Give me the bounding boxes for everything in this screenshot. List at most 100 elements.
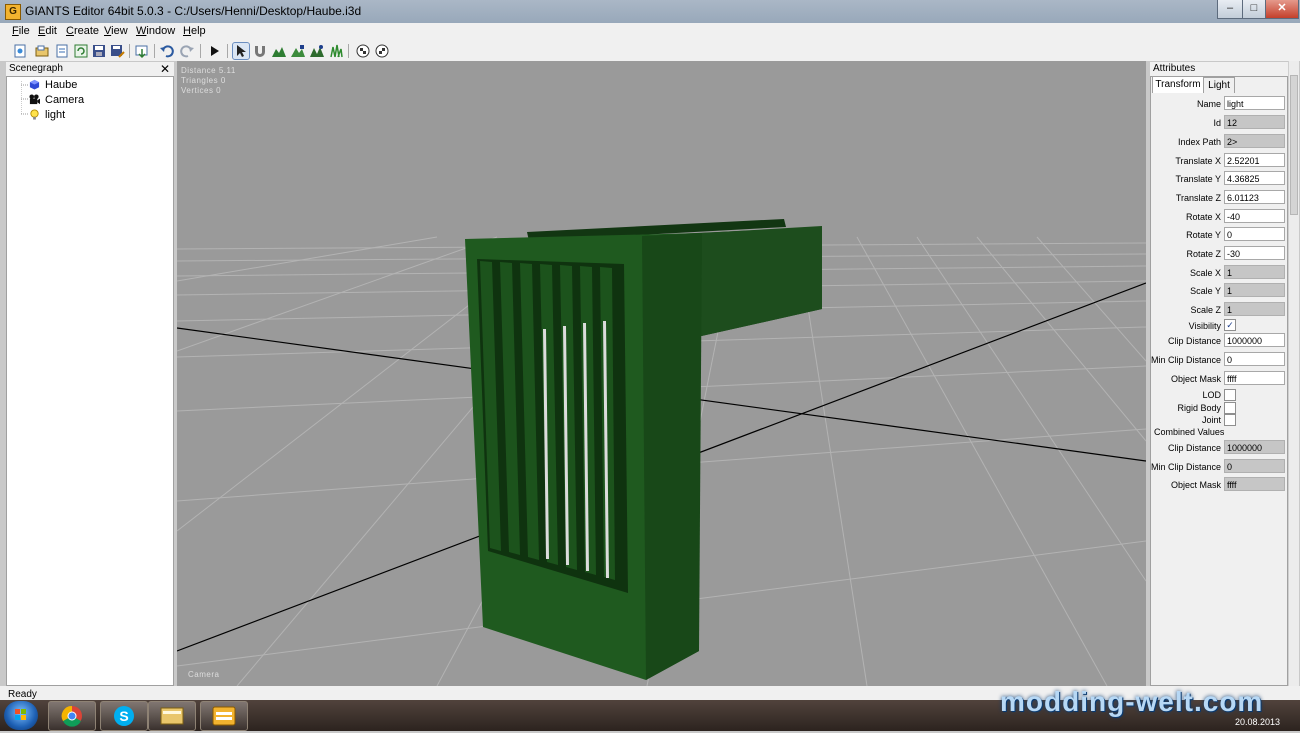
import-icon[interactable]: [134, 43, 150, 59]
attr-label: Rotate Z: [1186, 249, 1221, 259]
window-title: GIANTS Editor 64bit 5.0.3 - C:/Users/Hen…: [25, 4, 362, 18]
scrollbar-thumb[interactable]: [1290, 75, 1298, 215]
viewport-vertices: Vertices 0: [181, 86, 222, 95]
min-clip-distance-field[interactable]: 0: [1224, 352, 1285, 366]
new-file-icon[interactable]: [12, 43, 28, 59]
clip-distance-field[interactable]: 1000000: [1224, 333, 1285, 347]
toolbar: [0, 41, 1300, 62]
combined-clip-distance-field: 1000000: [1224, 440, 1285, 454]
magnet-icon[interactable]: [252, 43, 268, 59]
terrain-sculpt-icon[interactable]: [271, 43, 287, 59]
light-bulb-icon: [30, 109, 39, 120]
attributes-scrollbar[interactable]: [1288, 61, 1299, 686]
attr-label: Joint: [1201, 415, 1221, 425]
object-mask-field[interactable]: ffff: [1224, 371, 1285, 385]
decal-paint-icon[interactable]: [374, 43, 390, 59]
viewport-triangles: Triangles 0: [181, 76, 226, 85]
combined-values-heading: Combined Values: [1154, 427, 1225, 437]
attr-label: Scale X: [1189, 268, 1221, 278]
attr-label: Translate Y: [1175, 174, 1221, 184]
refresh-icon[interactable]: [73, 43, 89, 59]
taskbar-chrome[interactable]: [48, 701, 96, 731]
name-field[interactable]: light: [1224, 96, 1285, 110]
viewport-scene: [177, 219, 1146, 686]
tree-node-label: Haube: [45, 79, 78, 91]
giants-editor-icon: G: [5, 4, 21, 20]
3d-viewport[interactable]: Distance 5.11 Triangles 0 Vertices 0 Cam…: [177, 61, 1146, 686]
select-tool-icon[interactable]: [232, 42, 250, 60]
windows-start-button[interactable]: [4, 701, 38, 730]
menu-edit[interactable]: Edit: [38, 25, 57, 37]
open-file-icon[interactable]: [34, 43, 50, 59]
haube-model: [465, 219, 822, 680]
giants-editor-icon: [212, 706, 236, 726]
translate-x-field[interactable]: 2.52201: [1224, 153, 1285, 167]
open-list-icon[interactable]: [54, 43, 70, 59]
windows-logo-icon: [15, 709, 26, 720]
minimize-button[interactable]: –: [1217, 0, 1243, 19]
undo-icon[interactable]: [159, 43, 175, 59]
scenegraph-title: Scenegraph: [9, 63, 63, 74]
attr-label: Rotate X: [1185, 212, 1221, 222]
attr-label: Object Mask: [1170, 374, 1221, 384]
rotate-y-field[interactable]: 0: [1224, 227, 1285, 241]
menu-bar: File Edit Create View Window Help: [0, 23, 1300, 41]
tab-light[interactable]: Light: [1203, 77, 1235, 93]
attr-label: Id: [1213, 118, 1221, 128]
rotate-x-field[interactable]: -40: [1224, 209, 1285, 223]
viewport-distance: Distance 5.11: [181, 66, 236, 75]
menu-create[interactable]: Create: [66, 25, 99, 37]
combined-min-clip-distance-field: 0: [1224, 459, 1285, 473]
attr-label: Visibility: [1188, 321, 1221, 331]
attr-label: Name: [1196, 99, 1221, 109]
menu-help[interactable]: Help: [183, 25, 206, 37]
translate-y-field[interactable]: 4.36825: [1224, 171, 1285, 185]
menu-view[interactable]: View: [104, 25, 128, 37]
menu-file[interactable]: File: [12, 25, 30, 37]
lod-checkbox[interactable]: [1224, 389, 1236, 401]
attr-label: Translate X: [1175, 156, 1221, 166]
rigid-body-checkbox[interactable]: [1224, 402, 1236, 414]
attributes-header: Attributes: [1150, 62, 1288, 76]
viewport-camera-label: Camera: [188, 670, 220, 679]
scenegraph-close-button[interactable]: ✕: [160, 63, 170, 75]
taskbar-date: 20.08.2013: [1234, 717, 1280, 727]
foliage-paint-icon[interactable]: [309, 43, 325, 59]
redo-icon[interactable]: [179, 43, 195, 59]
joint-checkbox[interactable]: [1224, 414, 1236, 426]
save-icon[interactable]: [91, 43, 107, 59]
attr-label: Clip Distance: [1167, 336, 1221, 346]
id-field: 12: [1224, 115, 1285, 129]
visibility-checkbox[interactable]: ✓: [1224, 319, 1236, 331]
attr-label: Object Mask: [1170, 480, 1221, 490]
taskbar-giants-editor[interactable]: [200, 701, 248, 731]
tab-transform[interactable]: Transform: [1152, 76, 1204, 93]
scale-z-field: 1: [1224, 302, 1285, 316]
chrome-icon: [61, 705, 82, 727]
attr-label: LOD: [1202, 390, 1221, 400]
watermark-logo: modding-welt.com: [1000, 686, 1264, 717]
attr-label: Scale Z: [1190, 305, 1221, 315]
taskbar-file-explorer[interactable]: [148, 701, 196, 731]
attr-label: Rotate Y: [1186, 230, 1221, 240]
terrain-paint-icon[interactable]: [290, 43, 306, 59]
menu-window[interactable]: Window: [136, 25, 175, 37]
taskbar-skype[interactable]: S: [100, 701, 148, 731]
play-icon[interactable]: [206, 43, 222, 59]
scenegraph-tree: Haube Camera light: [6, 76, 174, 686]
maximize-button[interactable]: □: [1242, 0, 1266, 19]
texture-paint-icon[interactable]: [355, 43, 371, 59]
attr-label: Clip Distance: [1167, 443, 1221, 453]
scenegraph-header: Scenegraph: [6, 62, 174, 76]
grass-paint-icon[interactable]: [328, 43, 344, 59]
shape-cube-icon: [29, 79, 40, 90]
camera-icon: [29, 94, 40, 105]
close-button[interactable]: ✕: [1265, 0, 1299, 19]
scale-x-field: 1: [1224, 265, 1285, 279]
translate-z-field[interactable]: 6.01123: [1224, 190, 1285, 204]
title-bar: G GIANTS Editor 64bit 5.0.3 - C:/Users/H…: [0, 0, 1300, 23]
save-as-icon[interactable]: [109, 43, 125, 59]
file-explorer-icon: [160, 707, 184, 725]
attr-label: Min Clip Distance: [1150, 462, 1221, 472]
rotate-z-field[interactable]: -30: [1224, 246, 1285, 260]
